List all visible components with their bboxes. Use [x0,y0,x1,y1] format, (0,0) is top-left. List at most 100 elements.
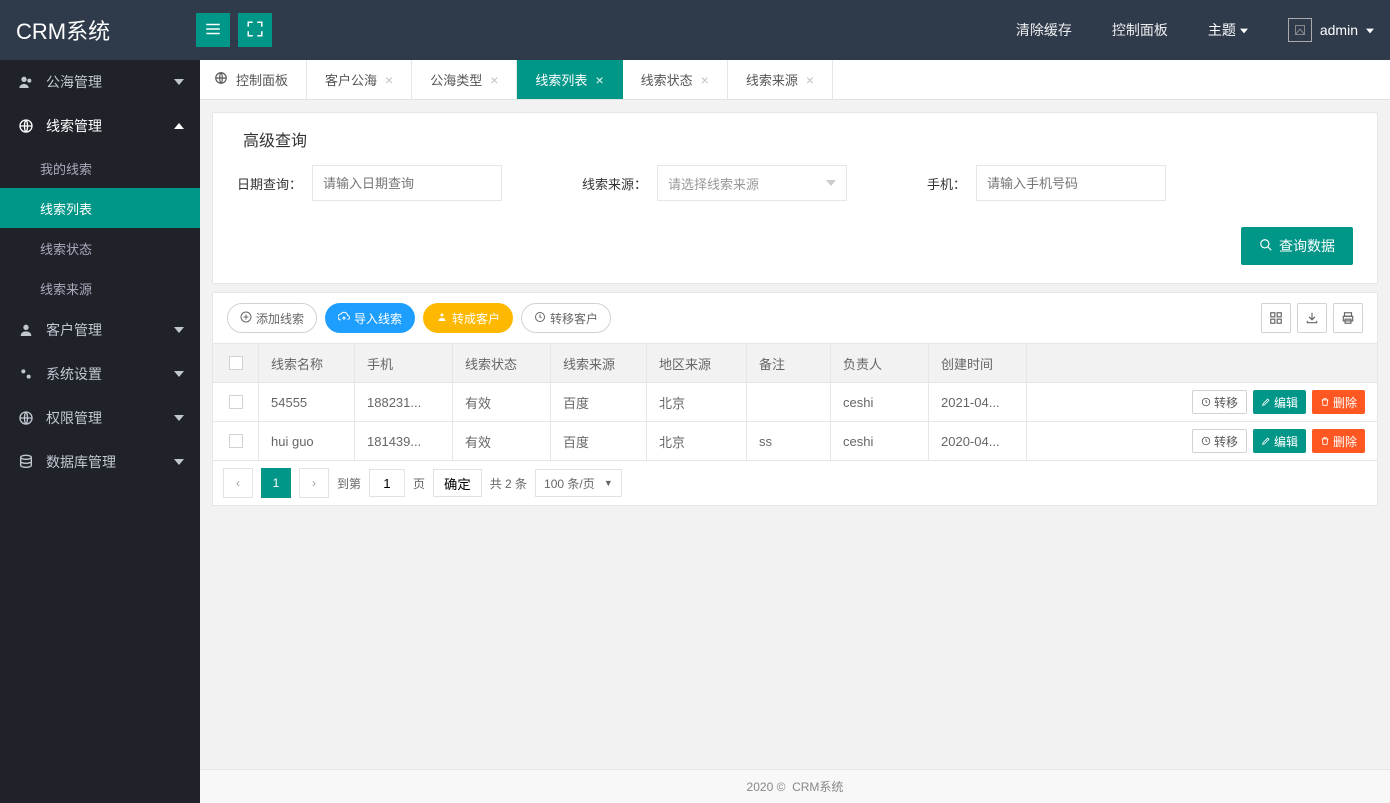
tab-clue-status[interactable]: 线索状态 × [623,60,728,99]
prev-page-button[interactable]: ‹ [223,468,253,498]
fullscreen-icon [246,20,264,41]
sidebar-item-label: 数据库管理 [46,452,116,472]
content-area: 控制面板 客户公海 × 公海类型 × 线索列表 × 线索状态 × [200,60,1390,803]
chevron-down-icon [174,454,184,470]
next-page-button[interactable]: › [299,468,329,498]
total-label: 共 2 条 [490,475,527,492]
cell-owner: ceshi [831,383,929,421]
tab-clue-list[interactable]: 线索列表 × [517,60,622,99]
clear-cache-link[interactable]: 清除缓存 [1016,20,1072,40]
th-source: 线索来源 [551,344,647,382]
source-select[interactable]: 请选择线索来源 [657,165,847,201]
row-edit-button[interactable]: 编辑 [1253,429,1306,453]
search-panel: 高级查询 日期查询： 线索来源： 请选择线索来源 手机： [212,112,1378,284]
sidebar-sub-clue-status[interactable]: 线索状态 [0,228,200,268]
tab-customer-public[interactable]: 客户公海 × [307,60,412,99]
import-clue-button[interactable]: 导入线索 [325,303,415,333]
app-logo: CRM系统 [16,14,196,46]
fullscreen-button[interactable] [238,13,272,47]
th-phone: 手机 [355,344,453,382]
row-edit-button[interactable]: 编辑 [1253,390,1306,414]
top-header: CRM系统 清除缓存 控制面板 主题 admin [0,0,1390,60]
user-dropdown[interactable]: admin [1288,18,1374,42]
th-time: 创建时间 [929,344,1027,382]
close-icon[interactable]: × [490,72,498,88]
convert-customer-button[interactable]: 转成客户 [423,303,513,333]
tab-bar: 控制面板 客户公海 × 公海类型 × 线索列表 × 线索状态 × [200,60,1390,100]
table-header: 线索名称 手机 线索状态 线索来源 地区来源 备注 负责人 创建时间 [213,344,1377,383]
page-unit: 页 [413,475,425,492]
username-label: admin [1320,22,1358,38]
row-delete-button[interactable]: 删除 [1312,390,1365,414]
query-button[interactable]: 查询数据 [1241,227,1353,265]
th-owner: 负责人 [831,344,929,382]
sidebar-item-label: 公海管理 [46,72,102,92]
theme-dropdown[interactable]: 主题 [1208,20,1248,40]
export-button[interactable] [1297,303,1327,333]
columns-button[interactable] [1261,303,1291,333]
cell-actions: 转移 编辑 删除 [1027,422,1377,460]
sidebar-item-database[interactable]: 数据库管理 [0,440,200,484]
close-icon[interactable]: × [595,72,603,88]
pagination: ‹ 1 › 到第 页 确定 共 2 条 100 条/页 [213,461,1377,505]
tab-public-type[interactable]: 公海类型 × [412,60,517,99]
row-transfer-button[interactable]: 转移 [1192,390,1247,414]
cell-name: hui guo [259,422,355,460]
goto-confirm-button[interactable]: 确定 [433,469,482,497]
phone-input[interactable] [976,165,1166,201]
sidebar-item-label: 系统设置 [46,364,102,384]
transfer-customer-button[interactable]: 转移客户 [521,303,611,333]
cell-status: 有效 [453,422,551,460]
user-icon [18,322,36,338]
add-clue-button[interactable]: 添加线索 [227,303,317,333]
sidebar-item-customer[interactable]: 客户管理 [0,308,200,352]
globe-icon [214,71,228,88]
sidebar-item-label: 权限管理 [46,408,102,428]
select-all-checkbox[interactable] [229,356,243,370]
globe-icon [18,118,36,134]
cell-region: 北京 [647,422,747,460]
globe-icon [18,410,36,426]
cell-phone: 181439... [355,422,453,460]
menu-icon [204,20,222,41]
sidebar-item-clue[interactable]: 线索管理 [0,104,200,148]
print-button[interactable] [1333,303,1363,333]
sidebar-sub-clue-source[interactable]: 线索来源 [0,268,200,308]
page-1-button[interactable]: 1 [261,468,291,498]
row-checkbox[interactable] [229,395,243,409]
tab-label: 线索列表 [535,70,587,89]
close-icon[interactable]: × [806,72,814,88]
chevron-down-icon [174,322,184,338]
sidebar-item-settings[interactable]: 系统设置 [0,352,200,396]
database-icon [18,454,36,470]
header-right: 清除缓存 控制面板 主题 admin [1016,18,1374,42]
sidebar-sub-clue-list[interactable]: 线索列表 [0,188,200,228]
th-name: 线索名称 [259,344,355,382]
row-delete-button[interactable]: 删除 [1312,429,1365,453]
sidebar-item-public[interactable]: 公海管理 [0,60,200,104]
cell-actions: 转移 编辑 删除 [1027,383,1377,421]
per-page-select[interactable]: 100 条/页 [535,469,622,497]
tab-clue-source[interactable]: 线索来源 × [728,60,833,99]
sidebar-item-permission[interactable]: 权限管理 [0,396,200,440]
row-transfer-button[interactable]: 转移 [1192,429,1247,453]
cell-name: 54555 [259,383,355,421]
tab-home[interactable]: 控制面板 [200,60,307,99]
sidebar-sub-my-clue[interactable]: 我的线索 [0,148,200,188]
close-icon[interactable]: × [701,72,709,88]
cell-owner: ceshi [831,422,929,460]
cell-time: 2020-04... [929,422,1027,460]
phone-label: 手机： [927,174,966,193]
table-row: hui guo 181439... 有效 百度 北京 ss ceshi 2020… [213,422,1377,461]
goto-page-input[interactable] [369,469,405,497]
search-icon [1259,238,1273,255]
plus-icon [240,311,252,326]
control-panel-link[interactable]: 控制面板 [1112,20,1168,40]
tab-label: 控制面板 [236,70,288,89]
menu-toggle-button[interactable] [196,13,230,47]
close-icon[interactable]: × [385,72,393,88]
date-input[interactable] [312,165,502,201]
footer-name: CRM系统 [792,778,843,795]
caret-down-icon [826,176,836,191]
row-checkbox[interactable] [229,434,243,448]
